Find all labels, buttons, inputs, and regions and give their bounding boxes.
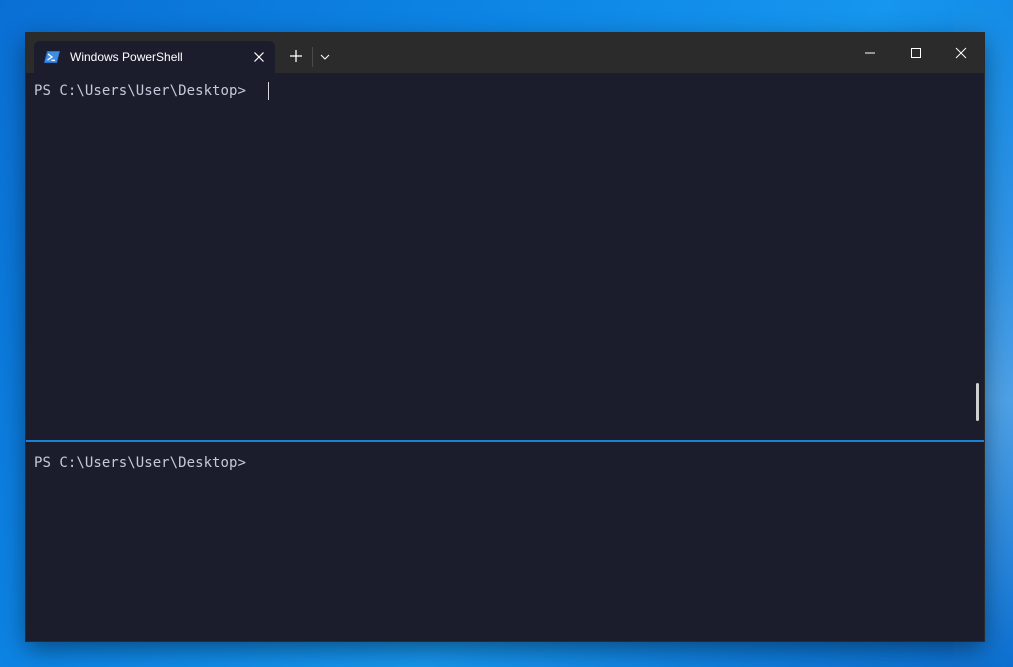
chevron-down-icon	[320, 54, 330, 60]
text-cursor	[268, 82, 269, 100]
prompt-text: PS C:\Users\User\Desktop>	[34, 83, 246, 99]
terminal-window: Windows PowerShell PS C:\Users\User\Desk…	[26, 33, 984, 641]
tab-separator	[312, 47, 313, 67]
close-window-button[interactable]	[938, 33, 984, 73]
close-icon	[955, 47, 967, 59]
tab-windows-powershell[interactable]: Windows PowerShell	[34, 41, 275, 73]
maximize-icon	[911, 48, 921, 58]
terminal-pane-bottom[interactable]: PS C:\Users\User\Desktop>	[26, 442, 984, 641]
terminal-pane-top[interactable]: PS C:\Users\User\Desktop>	[26, 73, 984, 440]
tab-title: Windows PowerShell	[70, 50, 183, 64]
new-tab-button[interactable]	[286, 46, 306, 66]
prompt-text: PS C:\Users\User\Desktop>	[34, 455, 246, 471]
maximize-button[interactable]	[893, 33, 939, 73]
minimize-button[interactable]	[847, 33, 893, 73]
close-icon[interactable]	[251, 49, 267, 65]
minimize-icon	[865, 52, 875, 54]
scrollbar-thumb[interactable]	[976, 383, 979, 421]
title-bar[interactable]: Windows PowerShell	[26, 33, 984, 73]
plus-icon	[290, 50, 302, 62]
powershell-icon	[44, 50, 60, 64]
profiles-dropdown-button[interactable]	[316, 48, 334, 66]
